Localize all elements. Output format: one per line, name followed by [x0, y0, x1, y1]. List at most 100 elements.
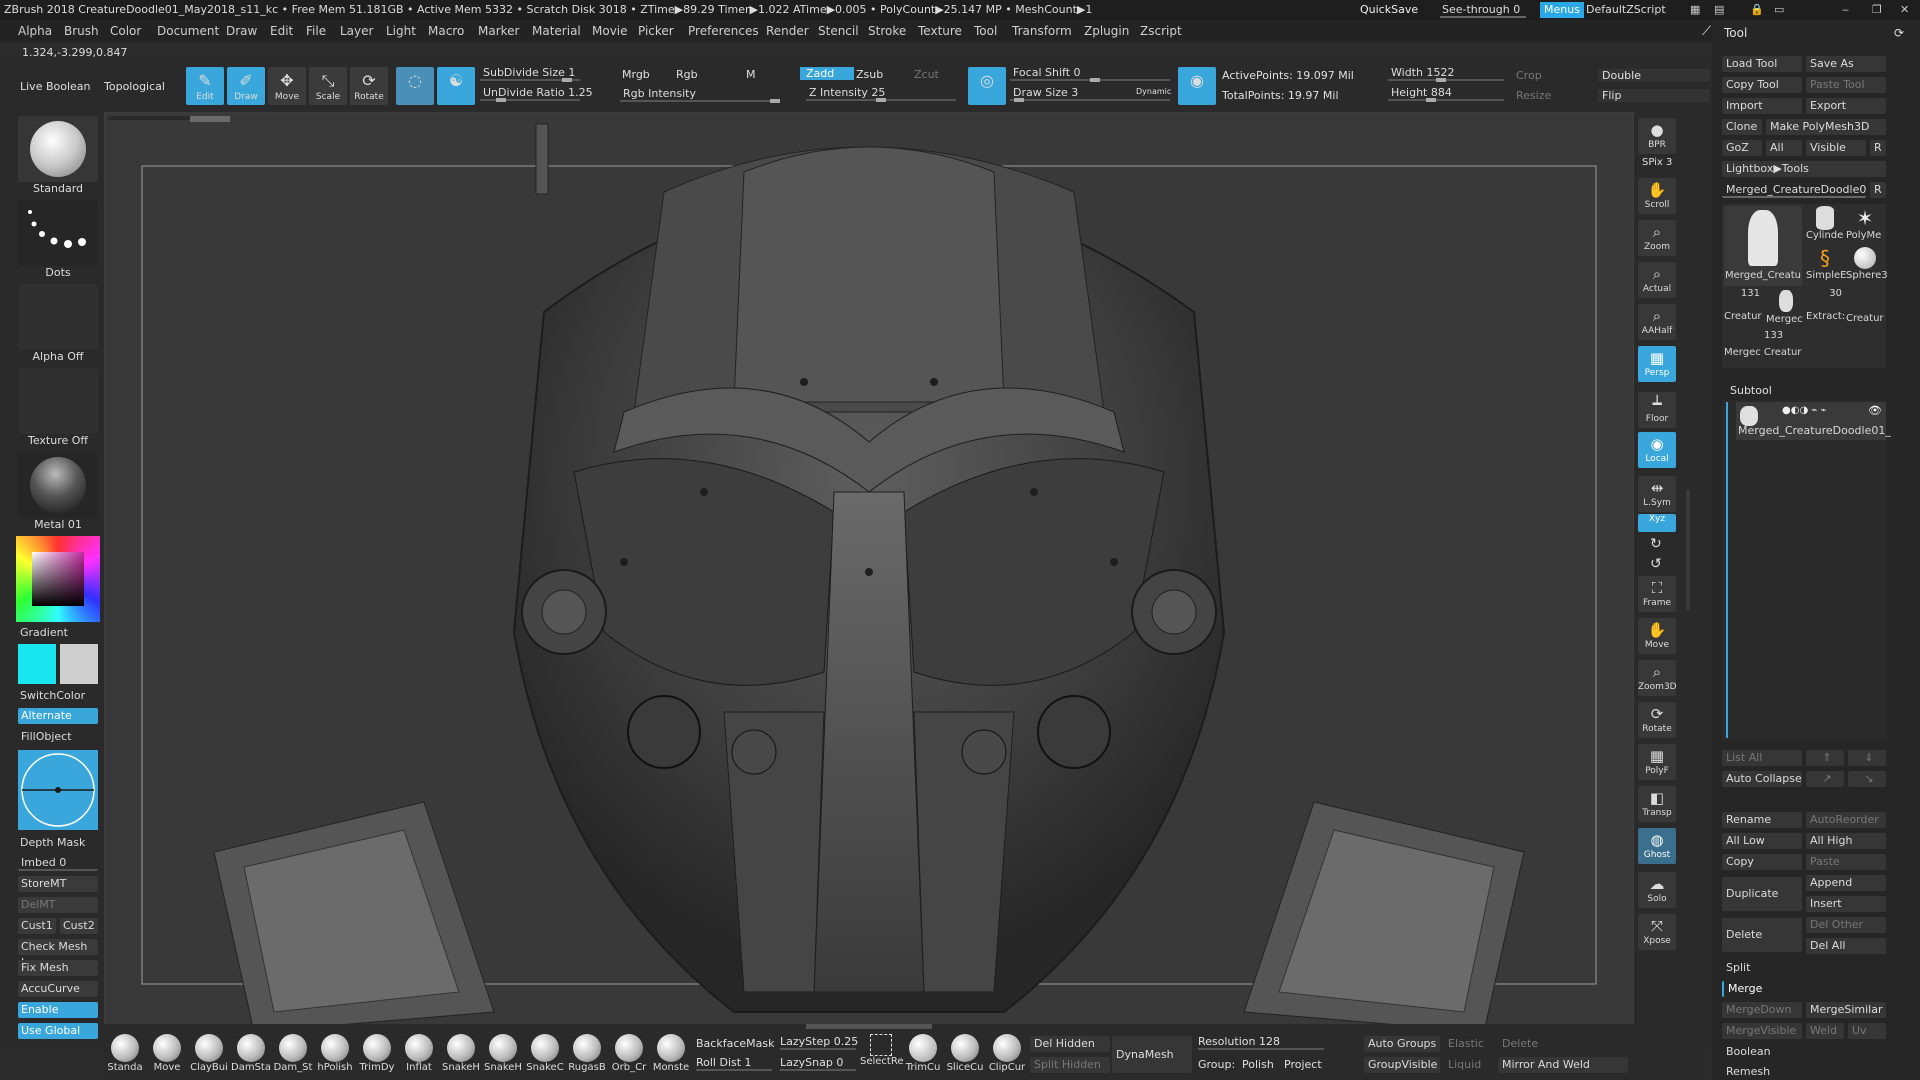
tool-thumb-creature-2[interactable]: Creatur	[1846, 288, 1886, 328]
menu-macro[interactable]: Macro	[428, 20, 464, 42]
make-polymesh-button[interactable]: Make PolyMesh3D	[1766, 119, 1886, 135]
paste-tool-button[interactable]: Paste Tool	[1806, 77, 1886, 93]
use-global-button[interactable]: Use Global	[18, 1023, 98, 1039]
gradient-label[interactable]: Gradient	[18, 626, 98, 639]
draw-mode-button[interactable]: ✐ Draw	[227, 67, 265, 105]
tool-thumb-cylinder[interactable]: Cylinde	[1806, 206, 1844, 246]
boolean-section[interactable]: Boolean	[1722, 1044, 1886, 1060]
split-hidden-button[interactable]: Split Hidden	[1030, 1057, 1110, 1073]
load-tool-button[interactable]: Load Tool	[1722, 56, 1802, 72]
layout-icon[interactable]: ▦	[1690, 0, 1700, 20]
depth-mask-curve[interactable]	[18, 750, 98, 830]
rename-button[interactable]: Rename	[1722, 812, 1802, 828]
imbed-slider[interactable]: Imbed 0	[18, 855, 98, 871]
roll-dist-slider[interactable]: Roll Dist 1	[696, 1056, 772, 1071]
undivide-ratio-slider[interactable]: UnDivide Ratio 1.25	[480, 86, 593, 102]
del-all-button[interactable]: Del All	[1806, 938, 1886, 954]
delmt-button[interactable]: DelMT	[18, 897, 98, 913]
rgb-button[interactable]: Rgb	[676, 68, 698, 81]
trimcurve-tool[interactable]: TrimCu	[902, 1034, 944, 1073]
brush-hpolish[interactable]: hPolish	[314, 1034, 356, 1073]
canvas-viewport[interactable]	[103, 111, 1635, 1043]
tool-thumb-merged[interactable]: Merged_Creatu	[1724, 206, 1802, 286]
arrow-up-right-icon[interactable]: ↗	[1806, 771, 1844, 787]
rotate-z-icon[interactable]: ↺	[1650, 556, 1662, 572]
right-shelf-scrollbar[interactable]	[1686, 490, 1690, 610]
menu-stroke[interactable]: Stroke	[868, 20, 906, 42]
xpose-button[interactable]: ⤧ Xpose	[1638, 914, 1676, 950]
z-intensity-slider[interactable]: Z Intensity 25	[806, 86, 956, 102]
default-zscript-button[interactable]: DefaultZScript	[1586, 0, 1666, 20]
close-icon[interactable]: ✕	[1900, 0, 1909, 20]
append-button[interactable]: Append	[1806, 875, 1886, 891]
copy-tool-button[interactable]: Copy Tool	[1722, 77, 1802, 93]
lightbox-tools-button[interactable]: Lightbox▶Tools	[1722, 161, 1886, 177]
menu-draw[interactable]: Draw	[226, 20, 257, 42]
document-width-slider[interactable]: Width 1522	[1388, 66, 1504, 82]
brush-claybuildup[interactable]: ClayBui	[188, 1034, 230, 1073]
menu-document[interactable]: Document	[157, 20, 219, 42]
edit-mode-button[interactable]: ✎ Edit	[186, 67, 224, 105]
quicksave-button[interactable]: QuickSave	[1360, 0, 1418, 20]
local-button[interactable]: ◉ Local	[1638, 432, 1676, 468]
goz-r-button[interactable]: R	[1870, 140, 1886, 156]
current-tool-r-button[interactable]: R	[1870, 182, 1886, 198]
brush-inflate[interactable]: Inflat	[398, 1034, 440, 1073]
liquid-button[interactable]: Liquid	[1444, 1057, 1494, 1073]
tool-thumb-creature-1[interactable]: 131 Creatur	[1724, 288, 1764, 328]
brush-snakehook-2[interactable]: SnakeH	[482, 1034, 524, 1073]
resolution-slider[interactable]: Resolution 128	[1198, 1035, 1324, 1050]
check-mesh-button[interactable]: Check Mesh In	[18, 939, 98, 969]
sculptris-pro-button[interactable]: ◌	[396, 67, 434, 105]
move-up-arrow-icon[interactable]: ⇑	[1806, 750, 1844, 766]
stroke-selector[interactable]	[18, 200, 98, 266]
rotate-mode-button[interactable]: ⟳ Rotate	[350, 67, 388, 105]
menu-zplugin[interactable]: Zplugin	[1084, 20, 1129, 42]
panel-settings-icon[interactable]: ⟳	[1894, 26, 1904, 40]
elastic-button[interactable]: Elastic	[1444, 1036, 1494, 1052]
menu-movie[interactable]: Movie	[592, 20, 628, 42]
mergevisible-button[interactable]: MergeVisible	[1722, 1023, 1802, 1039]
palette-icon[interactable]: ▤	[1714, 0, 1724, 20]
move-down-arrow-icon[interactable]: ⇓	[1848, 750, 1886, 766]
menu-material[interactable]: Material	[532, 20, 581, 42]
tool-thumb-polymesh[interactable]: ✶ PolyMe	[1846, 206, 1884, 246]
brush-snakehook[interactable]: SnakeH	[440, 1034, 482, 1073]
brush-orb-cracks[interactable]: Orb_Cr	[608, 1034, 650, 1073]
see-through-slider[interactable]: See-through 0	[1440, 2, 1526, 18]
brush-damstandard[interactable]: DamSta	[230, 1034, 272, 1073]
polish-button[interactable]: Polish	[1242, 1058, 1274, 1071]
paste-subtool-button[interactable]: Paste	[1806, 854, 1886, 870]
flip-button[interactable]: Flip	[1598, 89, 1710, 102]
clipcurve-tool[interactable]: ClipCur	[986, 1034, 1028, 1073]
minimize-icon[interactable]: ‒	[1842, 0, 1849, 20]
xyz-button[interactable]: Xyz	[1638, 514, 1676, 532]
del-other-button[interactable]: Del Other	[1806, 917, 1886, 933]
groupvisible-button[interactable]: GroupVisible	[1364, 1057, 1440, 1073]
actual-button[interactable]: ⌕ Actual	[1638, 262, 1676, 298]
goz-visible-button[interactable]: Visible	[1806, 140, 1866, 156]
zadd-button[interactable]: Zadd	[800, 67, 854, 80]
fix-mesh-button[interactable]: Fix Mesh	[18, 960, 98, 976]
brush-monster[interactable]: Monste	[650, 1034, 692, 1073]
menu-alpha[interactable]: Alpha	[18, 20, 52, 42]
lock-icon[interactable]: 🔒	[1750, 0, 1764, 20]
draw-size-lock-button[interactable]: ◉	[1178, 67, 1216, 105]
lsym-button[interactable]: ⇹ L.Sym	[1638, 476, 1676, 512]
live-boolean-button[interactable]: Live Boolean	[20, 80, 91, 93]
topological-button[interactable]: Topological	[104, 80, 165, 93]
lazystep-slider[interactable]: LazyStep 0.25	[780, 1035, 858, 1050]
insert-button[interactable]: Insert	[1806, 896, 1886, 912]
focal-shift-lock-button[interactable]: ◎	[968, 67, 1006, 105]
main-color-swatch[interactable]	[18, 644, 56, 684]
brush-move[interactable]: Move	[146, 1034, 188, 1073]
menu-edit[interactable]: Edit	[270, 20, 293, 42]
tool-thumb-sphere[interactable]: Sphere3	[1846, 246, 1888, 286]
delete-subtool-button[interactable]: Delete	[1722, 918, 1802, 952]
bottom-shelf-grip[interactable]	[806, 1024, 932, 1029]
color-picker[interactable]	[16, 536, 100, 622]
eye-icon[interactable]: 👁	[1868, 404, 1882, 417]
clone-button[interactable]: Clone	[1722, 119, 1762, 135]
transp-button[interactable]: ◧ Transp	[1638, 786, 1676, 822]
menu-render[interactable]: Render	[766, 20, 809, 42]
